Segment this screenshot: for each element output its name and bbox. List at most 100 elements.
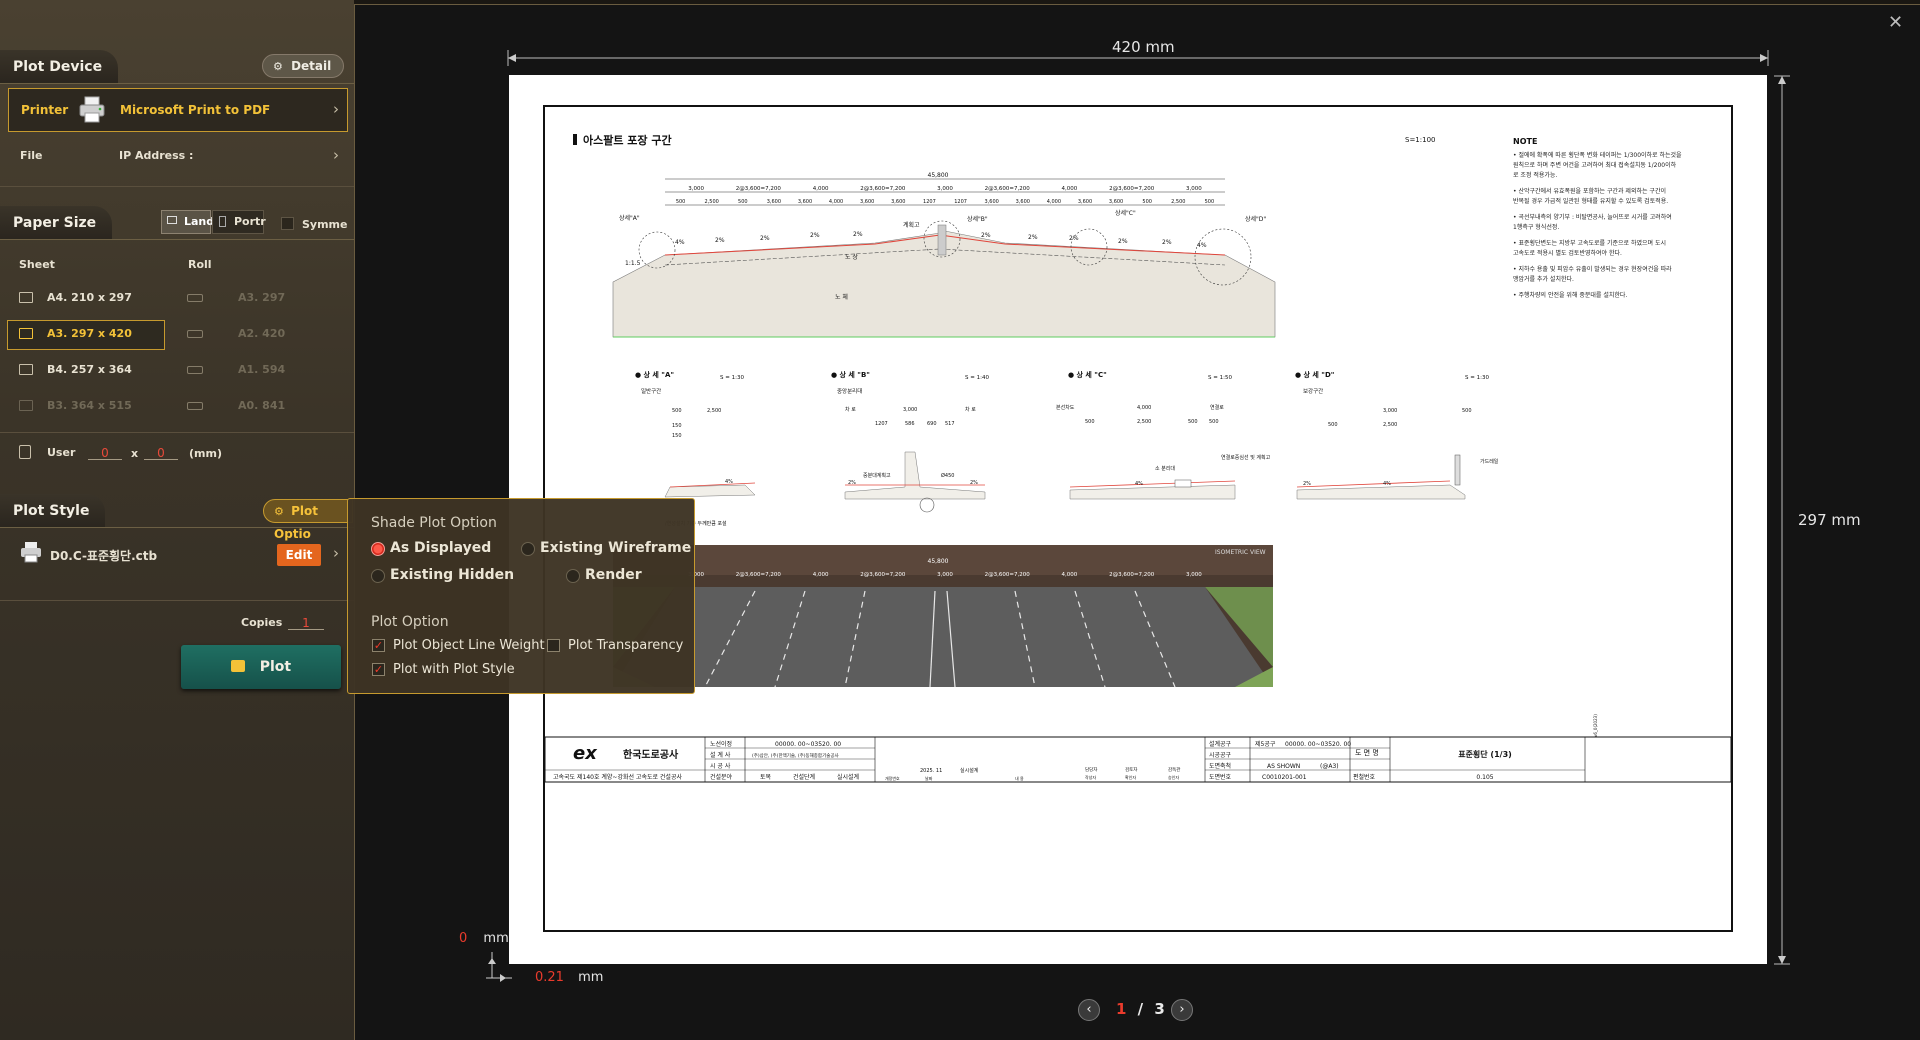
user-width-input[interactable]: 0 (88, 446, 122, 460)
drawing-canvas: 아스팔트 포장 구간 S=1:100 NOTE • 절에에 확폭에 따른 횡단폭… (545, 133, 1731, 783)
origin-offset-icon (486, 952, 512, 982)
user-height-input[interactable]: 0 (144, 446, 178, 460)
existing-wireframe-radio[interactable] (521, 542, 535, 556)
plot-option-button[interactable]: ⚙ Plot Optio (263, 499, 353, 541)
symmetric-checkbox[interactable] (281, 217, 294, 230)
portrait-toggle[interactable]: Portr (212, 210, 266, 234)
chevron-right-icon[interactable]: › (333, 146, 339, 164)
detail-a-sub: 일반구간 (641, 387, 661, 395)
tb-cell: 건설단계 (793, 773, 815, 781)
printer-selector[interactable]: Printer Microsoft Print to PDF › (8, 88, 348, 132)
line-weight-checkbox[interactable]: ✓ (372, 639, 385, 652)
dim-value: 3,600 (798, 199, 812, 205)
dim-value: 2@3,600=7,200 (985, 186, 1031, 192)
dim-value: 3,600 (985, 199, 999, 205)
printer-label: Printer (21, 103, 69, 117)
divider (0, 186, 354, 187)
sheet-b3[interactable]: B3. 364 x 515 (47, 399, 132, 412)
roll-a0[interactable]: A0. 841 (238, 399, 285, 412)
portrait-icon (219, 216, 226, 227)
render-radio[interactable] (566, 569, 580, 583)
tb-sign: 확인자 (1125, 774, 1136, 780)
tb-value: 00000. 00~03520. 00 (1285, 741, 1351, 748)
detail-c-scale: S = 1:50 (1208, 375, 1232, 381)
ip-address-label[interactable]: IP Address : (119, 149, 193, 162)
line-weight-label: Plot Object Line Weight (393, 638, 545, 653)
plot-with-style-checkbox[interactable]: ✓ (372, 663, 385, 676)
as-displayed-radio[interactable] (371, 542, 385, 556)
dim-value: 2,500 (1171, 199, 1185, 205)
width-unit: mm (1145, 38, 1175, 56)
dim-value: 3,000 (1186, 572, 1202, 578)
transparency-checkbox[interactable] (547, 639, 560, 652)
width-value: 420 (1112, 38, 1141, 56)
gear-icon: ⚙ (274, 505, 284, 518)
offset-x-value: 0.21 (535, 970, 564, 985)
gear-icon: ⚙ (273, 60, 283, 73)
drawing-name: 표준횡단 (1/3) (1458, 749, 1512, 759)
roll-a3[interactable]: A3. 297 (238, 291, 285, 304)
slope-pct: 2% (810, 232, 820, 239)
render-label[interactable]: Render (585, 567, 642, 583)
detail-d-drawing: 3,000 500 500 2,500 가드레일 2% 4% (1296, 408, 1499, 500)
offset-x-unit: mm (578, 970, 604, 985)
paper-sheet-icon (19, 400, 33, 411)
dim: 500 (1462, 408, 1472, 414)
sheet-b4[interactable]: B4. 257 x 364 (47, 363, 132, 376)
sheet-a4[interactable]: A4. 210 x 297 (47, 291, 132, 304)
note-line: 반복될 경우 가급적 일관된 형태를 유지할 수 있도록 검토적용. (1513, 197, 1668, 205)
plot-settings-panel: Plot Device ⚙ Detail Printer Microsoft P… (0, 0, 354, 1040)
roll-a1[interactable]: A1. 594 (238, 363, 285, 376)
detail-c-title: ● 상 세 "C" (1068, 370, 1107, 379)
edit-style-button[interactable]: Edit (277, 544, 321, 566)
dim-value: 4,000 (1047, 199, 1061, 205)
tb-sign: 감독관 (1168, 766, 1180, 773)
roll-a2[interactable]: A2. 420 (238, 327, 285, 340)
iso-dim-row: 3,000 2@3,600=7,200 4,000 2@3,600=7,200 3,00… (688, 572, 1202, 578)
dim-value: 2@3,600=7,200 (860, 186, 906, 192)
prev-page-button[interactable]: ‹ (1078, 999, 1100, 1021)
sheet-a3[interactable]: A3. 297 x 420 (47, 327, 132, 340)
height-dimension-line (1774, 75, 1790, 965)
dim-value: 2,500 (705, 199, 719, 205)
existing-hidden-radio[interactable] (371, 569, 385, 583)
slope-pct: 4% (1135, 481, 1143, 487)
main-dimension-lines (665, 178, 1225, 206)
user-unit-label: (mm) (189, 447, 222, 460)
dim: 본선차도 (1056, 404, 1075, 411)
next-page-button[interactable]: › (1171, 999, 1193, 1021)
ctb-name: D0.C-표준횡단.ctb (50, 549, 158, 563)
dim-value: 3,000 (1186, 186, 1202, 192)
existing-hidden-label[interactable]: Existing Hidden (390, 567, 514, 583)
slope-pct: 2% (1162, 239, 1172, 246)
detail-label: Detail (291, 59, 332, 73)
dim-value: 1207 (954, 199, 967, 205)
as-displayed-label[interactable]: As Displayed (390, 540, 491, 556)
copies-input[interactable]: 1 (288, 616, 324, 630)
tb-label: 도면번호 (1209, 773, 1232, 781)
tb-value: C0010201-001 (1262, 774, 1307, 781)
plot-button[interactable]: Plot (181, 645, 341, 689)
close-icon[interactable]: ✕ (1888, 12, 1903, 33)
existing-wireframe-label[interactable]: Existing Wireframe (540, 540, 691, 556)
tb-label: 편철번호 (1353, 773, 1376, 781)
chevron-right-icon[interactable]: › (333, 544, 339, 562)
note-line: • 주행차량의 안전을 위해 중분대를 설치한다. (1513, 291, 1627, 299)
side-code: v6_0(2023) (1593, 714, 1598, 737)
detail-titles: ● 상 세 "A" S = 1:30 일반구간 ● 상 세 "B" S = 1:… (635, 370, 1489, 395)
slope-pct: 2% (1069, 235, 1079, 242)
dim-value: 500 (1205, 199, 1215, 205)
tb-label: 노선이정 (710, 740, 732, 748)
height-label: 297 mm (1798, 511, 1861, 529)
dim-value: 2@3,600=7,200 (985, 572, 1031, 578)
current-page: 1 (1116, 1000, 1127, 1018)
ex-logo: ex (573, 743, 598, 764)
slope-pct: 2% (1118, 238, 1128, 245)
note-line: • 지하수 용출 및 피암수 유출이 발생되는 경우 현장여건을 따라 (1513, 265, 1672, 273)
dim: 500 (1209, 419, 1219, 425)
dim-value: 4,000 (813, 186, 829, 192)
portrait-label: Portr (234, 215, 266, 228)
detail-button[interactable]: ⚙ Detail (262, 54, 345, 78)
paper-size-title: Paper Size (0, 206, 113, 240)
landscape-toggle[interactable]: Land (161, 210, 214, 234)
